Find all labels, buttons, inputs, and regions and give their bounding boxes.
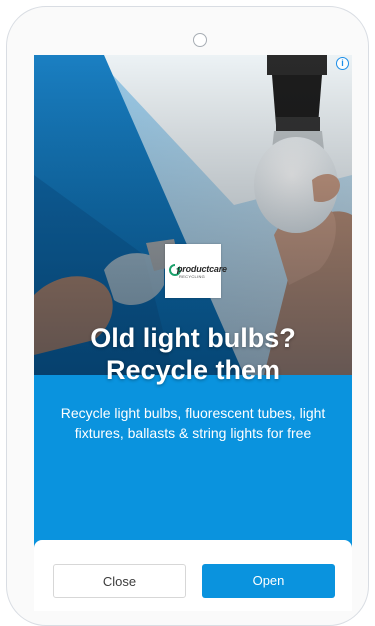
logo-brand-name: productcare bbox=[177, 264, 227, 274]
ad-headline: Old light bulbs? Recycle them bbox=[34, 322, 352, 386]
phone-speaker bbox=[193, 33, 207, 47]
ad-text-panel bbox=[34, 375, 352, 553]
headline-line-1: Old light bulbs? bbox=[90, 323, 296, 353]
brand-logo: productcare RECYCLING bbox=[165, 244, 227, 298]
logo-brand-tagline: RECYCLING bbox=[179, 274, 206, 279]
close-button[interactable]: Close bbox=[53, 564, 186, 598]
ad-creative[interactable] bbox=[34, 55, 352, 553]
ad-info-icon[interactable]: i bbox=[336, 57, 349, 70]
ad-body-text: Recycle light bulbs, fluorescent tubes, … bbox=[60, 405, 326, 441]
open-button[interactable]: Open bbox=[202, 564, 335, 598]
headline-line-2: Recycle them bbox=[105, 355, 281, 385]
